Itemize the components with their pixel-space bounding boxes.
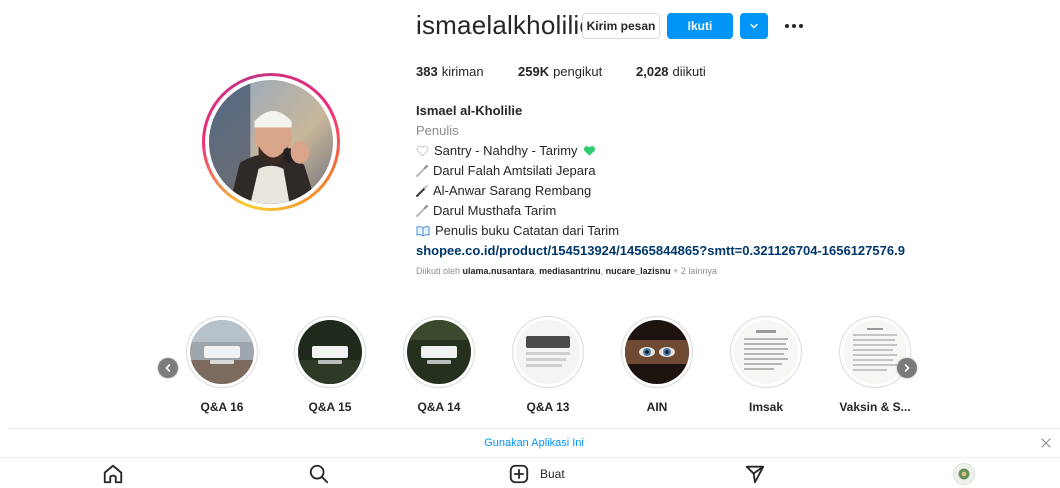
- pen-icon: [416, 185, 428, 197]
- bio-line: Darul Falah Amtsilati Jepara: [416, 161, 905, 181]
- posts-stat: 383 kiriman: [416, 64, 518, 79]
- highlight-cover-ring: [512, 316, 584, 388]
- highlight-cover: [734, 320, 798, 384]
- bio-line-text: Al-Anwar Sarang Rembang: [433, 183, 592, 198]
- green-heart-icon: [583, 146, 595, 156]
- followed-by-user[interactable]: mediasantrinu: [539, 266, 601, 276]
- profile-full-name: Ismael al-Kholilie: [416, 103, 523, 118]
- bio-line-text: Santry - Nahdhy - Tarimy: [434, 143, 578, 158]
- profile-bio: Ismael al-Kholilie Penulis Santry - Nahd…: [416, 101, 905, 261]
- nav-profile[interactable]: [953, 462, 975, 486]
- profile-avatar-ring[interactable]: [202, 73, 340, 211]
- profile-avatar-frame: [205, 76, 337, 208]
- bio-external-link[interactable]: shopee.co.id/product/154513924/145658448…: [416, 241, 905, 261]
- create-icon: [509, 464, 529, 484]
- explore-icon: [745, 465, 765, 484]
- open-app-link[interactable]: Gunakan Aplikasi Ini: [484, 437, 584, 449]
- open-book-icon: [416, 226, 430, 237]
- follow-button[interactable]: Ikuti: [667, 13, 733, 39]
- highlight-cover-ring: [730, 316, 802, 388]
- following-count: 2,028: [636, 64, 669, 79]
- highlight-cover: [625, 320, 689, 384]
- highlight-label: AIN: [646, 400, 668, 414]
- more-options-button[interactable]: [780, 13, 808, 39]
- profile-stats: 383 kiriman 259K pengikut 2,028 diikuti: [416, 64, 706, 79]
- highlight-label: Q&A 16: [200, 400, 244, 414]
- highlight-cover: [516, 320, 580, 384]
- banner-close-button[interactable]: [1038, 435, 1054, 451]
- nav-explore[interactable]: [744, 462, 766, 486]
- followed-by-prefix: Diikuti oleh: [416, 266, 461, 276]
- highlight-cover-ring: [621, 316, 693, 388]
- followed-by-user[interactable]: ulama.nusantara: [463, 266, 535, 276]
- bio-line-text: Darul Musthafa Tarim: [433, 203, 557, 218]
- followers-label: pengikut: [553, 64, 603, 79]
- bio-line-text: Darul Falah Amtsilati Jepara: [433, 163, 596, 178]
- nav-create[interactable]: Buat: [508, 462, 565, 486]
- followers-stat[interactable]: 259K pengikut: [518, 64, 636, 79]
- highlight-item[interactable]: Q&A 14: [403, 316, 475, 414]
- chevron-down-icon: [750, 23, 758, 29]
- highlight-item[interactable]: Q&A 13: [512, 316, 584, 414]
- highlight-label: Q&A 13: [526, 400, 570, 414]
- highlights-prev-button[interactable]: [158, 358, 178, 378]
- highlights-next-button[interactable]: [897, 358, 917, 378]
- highlight-label: Q&A 14: [417, 400, 461, 414]
- search-icon: [309, 464, 329, 484]
- highlight-item[interactable]: Imsak: [730, 316, 802, 414]
- more-horizontal-icon: [785, 24, 803, 28]
- following-stat[interactable]: 2,028 diikuti: [636, 64, 706, 79]
- followed-by-suffix: + 2 lainnya: [673, 266, 717, 276]
- highlight-label: Q&A 15: [308, 400, 352, 414]
- highlight-label: Imsak: [748, 400, 784, 414]
- bio-line: Al-Anwar Sarang Rembang: [416, 181, 905, 201]
- highlight-item[interactable]: Q&A 15: [294, 316, 366, 414]
- nav-create-label: Buat: [540, 467, 565, 481]
- open-app-banner: Gunakan Aplikasi Ini: [8, 428, 1060, 457]
- bottom-nav: Buat: [0, 457, 1060, 488]
- close-icon: [1041, 438, 1051, 448]
- chevron-right-icon: [904, 364, 910, 372]
- profile-category: Penulis: [416, 123, 459, 138]
- send-message-button[interactable]: Kirim pesan: [582, 13, 660, 39]
- followed-by[interactable]: Diikuti oleh ulama.nusantara, mediasantr…: [416, 266, 717, 276]
- bio-line: Penulis buku Catatan dari Tarim: [416, 221, 905, 241]
- highlight-cover-ring: [839, 316, 911, 388]
- highlight-cover-ring: [403, 316, 475, 388]
- highlight-label: Vaksin & S...: [839, 400, 911, 414]
- followed-by-user[interactable]: nucare_lazisnu: [606, 266, 671, 276]
- following-label: diikuti: [672, 64, 706, 79]
- followers-count: 259K: [518, 64, 550, 79]
- profile-avatar-small: [953, 463, 975, 485]
- highlight-cover-ring: [294, 316, 366, 388]
- suggested-accounts-button[interactable]: [740, 13, 768, 39]
- pen-icon: [416, 165, 428, 177]
- highlight-item[interactable]: Q&A 16: [186, 316, 258, 414]
- white-heart-icon: [416, 145, 429, 157]
- posts-count: 383: [416, 64, 438, 79]
- chevron-left-icon: [165, 364, 171, 372]
- home-icon: [103, 464, 123, 484]
- bio-line: Santry - Nahdhy - Tarimy: [416, 141, 905, 161]
- highlight-item[interactable]: AIN: [621, 316, 693, 414]
- highlight-cover: [298, 320, 362, 384]
- highlight-cover-ring: [186, 316, 258, 388]
- nav-search[interactable]: [308, 462, 330, 486]
- highlight-cover: [843, 320, 907, 384]
- nav-home[interactable]: [102, 462, 124, 486]
- bio-line-text: Penulis buku Catatan dari Tarim: [435, 223, 620, 238]
- pen-icon: [416, 205, 428, 217]
- bio-line: Darul Musthafa Tarim: [416, 201, 905, 221]
- profile-username: ismaelalkholilie: [416, 10, 595, 40]
- posts-label: kiriman: [441, 64, 484, 79]
- highlight-cover: [407, 320, 471, 384]
- highlight-cover: [190, 320, 254, 384]
- profile-avatar: [209, 80, 333, 204]
